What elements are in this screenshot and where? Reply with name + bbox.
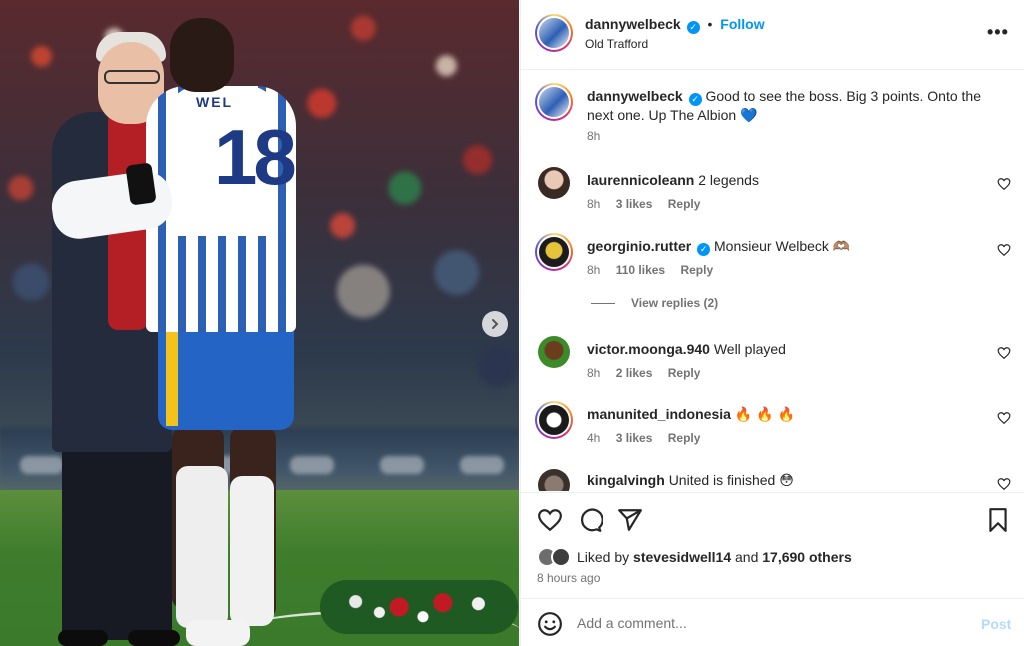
verified-icon: ✓ [688,93,702,106]
more-options-icon[interactable]: ••• [987,22,1009,43]
player-shorts [158,324,294,430]
black-armband [125,162,157,206]
heart-icon[interactable] [997,477,1011,491]
player-head [170,18,234,92]
next-photo-button[interactable] [482,311,508,337]
likes-middle: and [731,549,763,565]
player-sock [230,476,274,626]
comment-time: 4h [587,431,601,445]
comment-time: 8h [587,263,601,277]
separator-dot: • [707,16,713,32]
view-replies-button[interactable]: View replies (2) [591,296,718,310]
comment-username[interactable]: kingalvingh [587,472,665,488]
liker-avatars [537,547,573,567]
shoe [58,630,108,646]
comment-text: United is finished 😳 [668,472,794,488]
comment-username[interactable]: victor.moonga.940 [587,341,710,357]
post-photo[interactable]: WEL 18 [0,0,519,646]
comment-text: 2 legends [698,172,759,188]
post-location[interactable]: Old Trafford [585,37,648,51]
comment-text: Well played [713,341,786,357]
comment-text: Monsieur Welbeck 🫶🏽 [714,238,851,254]
heart-icon[interactable] [997,243,1011,257]
comment-time: 8h [587,366,601,380]
liker-username[interactable]: stevesidwell14 [633,549,731,565]
comment-input[interactable] [577,609,957,637]
caption-time: 8h [587,129,601,143]
header-user-line: dannywelbeck ✓ • Follow [585,16,765,34]
commenter-avatar[interactable] [538,469,570,491]
commenter-avatar[interactable] [535,233,573,271]
caption-username[interactable]: dannywelbeck [587,88,683,104]
replies-divider [591,303,615,305]
add-comment-bar: Post [521,598,1024,646]
bookmark-icon[interactable] [985,507,1011,533]
heart-icon[interactable] [997,177,1011,191]
commenter-avatar[interactable] [538,336,570,368]
jersey-number: 18 [214,113,297,201]
view-replies-label: View replies (2) [631,296,719,310]
verified-icon: ✓ [686,21,700,34]
comment-username[interactable]: manunited_indonesia [587,406,731,422]
chevron-right-icon [492,319,499,329]
commenter-avatar[interactable] [538,167,570,199]
heart-icon[interactable] [997,346,1011,360]
comment-username[interactable]: laurennicoleann [587,172,694,188]
jersey-name: WEL [196,94,234,110]
likes-count[interactable]: 17,690 others [762,549,852,565]
share-icon[interactable] [617,507,643,533]
shorts-stripe [166,330,178,426]
post-header: dannywelbeck ✓ • Follow Old Trafford ••• [521,0,1024,70]
likes-prefix: Liked by [577,549,634,565]
post-details-panel: dannywelbeck ✓ • Follow Old Trafford •••… [520,0,1024,646]
post-comment-button[interactable]: Post [981,616,1011,632]
follow-button[interactable]: Follow [720,16,764,32]
reply-button[interactable]: Reply [668,366,701,380]
post-time-ago: 8 hours ago [537,571,601,585]
comment-time: 8h [587,197,601,211]
reply-button[interactable]: Reply [668,197,701,211]
shoe [128,630,180,646]
comment-likes[interactable]: 110 likes [616,263,665,277]
author-avatar[interactable] [535,14,573,52]
heart-icon[interactable] [997,411,1011,425]
comment-likes[interactable]: 3 likes [616,431,653,445]
emoji-icon[interactable] [537,611,563,637]
manager-glasses [104,70,160,84]
likes-summary: Liked by stevesidwell14 and 17,690 other… [537,547,852,567]
manager-trousers [62,440,172,640]
player-boot [186,620,250,646]
author-username[interactable]: dannywelbeck [585,16,681,32]
flower-wreath [320,580,518,634]
player-sock [176,466,228,628]
post-actions: Liked by stevesidwell14 and 17,690 other… [521,492,1024,598]
comment-icon[interactable] [577,507,603,533]
commenter-avatar[interactable] [535,401,573,439]
heart-icon[interactable] [537,507,563,533]
reply-button[interactable]: Reply [680,263,713,277]
reply-button[interactable]: Reply [668,431,701,445]
verified-icon: ✓ [697,243,711,256]
comments-list[interactable]: dannywelbeck ✓ Good to see the boss. Big… [521,71,1024,491]
caption-avatar[interactable] [535,83,573,121]
comment-text: 🔥 🔥 🔥 [734,406,795,422]
comment-likes[interactable]: 3 likes [616,197,653,211]
comment-likes[interactable]: 2 likes [616,366,653,380]
comment-username[interactable]: georginio.rutter [587,238,691,254]
